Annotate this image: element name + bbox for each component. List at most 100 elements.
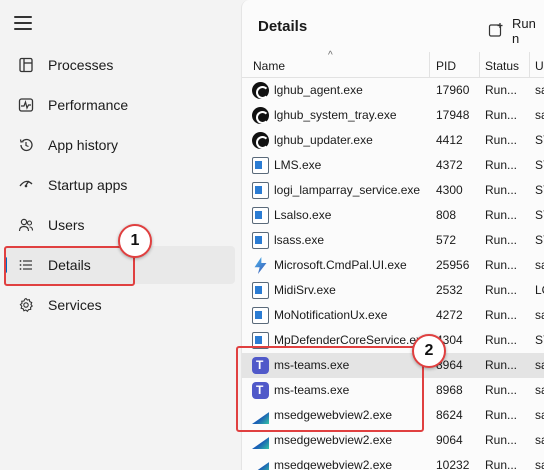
process-name: lghub_agent.exe: [274, 83, 363, 97]
process-pid: 4300: [436, 183, 463, 197]
process-user: SY: [535, 233, 544, 247]
sidebar-item-performance[interactable]: Performance: [4, 86, 235, 124]
process-status: Run...: [485, 208, 518, 222]
process-status: Run...: [485, 358, 518, 372]
cmdpal-icon: [254, 257, 267, 274]
column-header-status[interactable]: Status: [485, 59, 519, 73]
process-name: MidiSrv.exe: [274, 283, 336, 297]
table-row[interactable]: MidiSrv.exe 2532 Run... LO: [242, 278, 544, 303]
process-status: Run...: [485, 308, 518, 322]
callout-number-badge: 1: [118, 224, 152, 258]
table-row[interactable]: lghub_updater.exe 4412 Run... SY: [242, 128, 544, 153]
processes-icon: [16, 55, 36, 75]
logitech-icon: [252, 132, 269, 149]
process-name: lghub_system_tray.exe: [274, 108, 397, 122]
process-user: LO: [535, 283, 544, 297]
gear-icon: [16, 295, 36, 315]
process-name: msedgewebview2.exe: [274, 458, 393, 470]
sidebar-item-app-history[interactable]: App history: [4, 126, 235, 164]
process-name: msedgewebview2.exe: [274, 433, 393, 447]
process-user: sa: [535, 358, 544, 372]
sidebar-item-label: Startup apps: [48, 177, 128, 193]
sidebar-item-label: Users: [48, 217, 85, 233]
process-name: logi_lamparray_service.exe: [274, 183, 421, 197]
sidebar-item-label: Performance: [48, 97, 129, 113]
table-row[interactable]: Lsalso.exe 808 Run... SY: [242, 203, 544, 228]
column-header-user[interactable]: U: [535, 59, 544, 73]
callout-highlight-box: [236, 346, 424, 432]
process-status: Run...: [485, 158, 518, 172]
process-user: SY: [535, 208, 544, 222]
process-pid: 17948: [436, 108, 470, 122]
process-pid: 10232: [436, 458, 470, 470]
edge-icon: [252, 437, 269, 449]
column-divider[interactable]: [429, 52, 430, 78]
hamburger-menu-icon[interactable]: [14, 16, 32, 30]
process-pid: 17960: [436, 83, 470, 97]
table-row[interactable]: LMS.exe 4372 Run... SY: [242, 153, 544, 178]
process-status: Run...: [485, 183, 518, 197]
process-pid: 9064: [436, 433, 463, 447]
process-status: Run...: [485, 333, 518, 347]
process-user: sa: [535, 308, 544, 322]
run-new-task-button[interactable]: Run n: [488, 16, 544, 46]
sidebar-item-label: Services: [48, 297, 102, 313]
column-header-pid[interactable]: PID: [436, 59, 456, 73]
users-icon: [16, 215, 36, 235]
table-row[interactable]: MoNotificationUx.exe 4272 Run... sa: [242, 303, 544, 328]
page-title: Details: [258, 18, 308, 35]
process-name: MoNotificationUx.exe: [274, 308, 388, 322]
sidebar-item-label: Processes: [48, 57, 114, 73]
process-pid: 808: [436, 208, 457, 222]
process-user: SY: [535, 158, 544, 172]
performance-icon: [16, 95, 36, 115]
app-icon: [252, 157, 269, 174]
process-status: Run...: [485, 433, 518, 447]
startup-icon: [16, 175, 36, 195]
process-status: Run...: [485, 133, 518, 147]
table-row[interactable]: lsass.exe 572 Run... SY: [242, 228, 544, 253]
process-status: Run...: [485, 283, 518, 297]
column-header-name[interactable]: Name: [253, 59, 285, 73]
process-pid: 4412: [436, 133, 463, 147]
process-pid: 25956: [436, 258, 470, 272]
process-name: Microsoft.CmdPal.UI.exe: [274, 258, 407, 272]
callout-highlight-box: [4, 246, 135, 286]
sidebar-item-processes[interactable]: Processes: [4, 46, 235, 84]
app-icon: [252, 182, 269, 199]
process-status: Run...: [485, 408, 518, 422]
callout-number-badge: 2: [412, 334, 446, 368]
process-status: Run...: [485, 83, 518, 97]
process-name: lsass.exe: [274, 233, 325, 247]
table-row[interactable]: lghub_agent.exe 17960 Run... sa: [242, 78, 544, 103]
process-status: Run...: [485, 258, 518, 272]
process-user: sa: [535, 83, 544, 97]
table-row[interactable]: msedgewebview2.exe 10232 Run... sa: [242, 453, 544, 470]
process-status: Run...: [485, 108, 518, 122]
process-pid: 4372: [436, 158, 463, 172]
sidebar-item-startup-apps[interactable]: Startup apps: [4, 166, 235, 204]
process-pid: 572: [436, 233, 457, 247]
process-name: LMS.exe: [274, 158, 322, 172]
table-row[interactable]: Microsoft.CmdPal.UI.exe 25956 Run... sa: [242, 253, 544, 278]
process-user: sa: [535, 433, 544, 447]
column-divider[interactable]: [479, 52, 480, 78]
process-pid: 2532: [436, 283, 463, 297]
process-user: sa: [535, 108, 544, 122]
process-user: SY: [535, 183, 544, 197]
process-user: sa: [535, 383, 544, 397]
logitech-icon: [252, 82, 269, 99]
app-icon: [252, 307, 269, 324]
process-user: SY: [535, 133, 544, 147]
process-user: SY: [535, 333, 544, 347]
process-status: Run...: [485, 383, 518, 397]
sidebar-item-services[interactable]: Services: [4, 286, 235, 324]
process-pid: 8624: [436, 408, 463, 422]
process-user: sa: [535, 408, 544, 422]
table-row[interactable]: logi_lamparray_service.exe 4300 Run... SY: [242, 178, 544, 203]
table-row[interactable]: lghub_system_tray.exe 17948 Run... sa: [242, 103, 544, 128]
process-pid: 8968: [436, 383, 463, 397]
sidebar-item-label: App history: [48, 137, 119, 153]
process-name: lghub_updater.exe: [274, 133, 373, 147]
column-divider[interactable]: [529, 52, 530, 78]
